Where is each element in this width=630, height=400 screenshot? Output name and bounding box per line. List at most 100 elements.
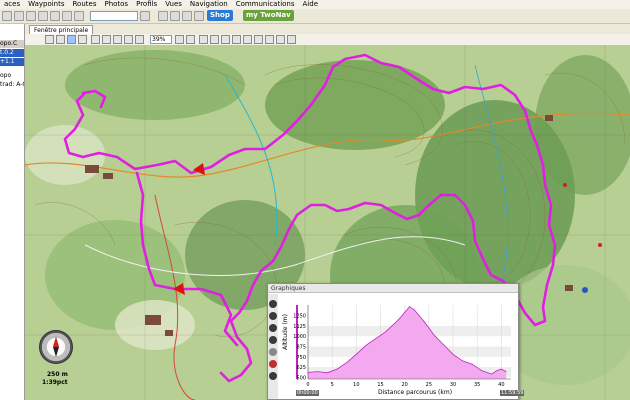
menu-routes[interactable]: Routes bbox=[69, 0, 101, 9]
sidebar-item[interactable]: opo.C bbox=[0, 40, 24, 48]
end-time: 11:59:59 bbox=[500, 390, 525, 396]
data-point bbox=[365, 344, 367, 346]
compass-icon[interactable] bbox=[39, 330, 73, 364]
copy-icon[interactable] bbox=[62, 11, 72, 21]
new-icon[interactable] bbox=[2, 11, 12, 21]
data-point bbox=[452, 353, 454, 355]
scissors-icon[interactable] bbox=[254, 35, 263, 44]
data-point bbox=[404, 312, 406, 313]
paste-icon[interactable] bbox=[74, 11, 84, 21]
print-icon[interactable] bbox=[38, 11, 48, 21]
open-icon[interactable] bbox=[14, 11, 24, 21]
mytwonav-button[interactable]: my TwoNav bbox=[243, 10, 294, 21]
profile-icon[interactable] bbox=[276, 35, 285, 44]
waypoint-icon[interactable] bbox=[221, 35, 230, 44]
cart-icon[interactable] bbox=[182, 11, 192, 21]
cut-icon[interactable] bbox=[50, 11, 60, 21]
data-point bbox=[326, 372, 328, 374]
search-icon[interactable] bbox=[140, 11, 150, 21]
main-toolbar: Shop my TwoNav bbox=[0, 9, 630, 24]
x-tick-label: 25 bbox=[426, 382, 432, 388]
save-icon[interactable] bbox=[26, 11, 36, 21]
measure-icon[interactable] bbox=[232, 35, 241, 44]
elevation-profile-window: Graphiques Altitude (m) 500 625 750 875 1000… bbox=[267, 283, 525, 400]
sidebar-item-selected-2[interactable]: +1.1 bbox=[0, 58, 24, 66]
x-tick-label: 35 bbox=[474, 382, 480, 388]
data-sidebar: opo.C t.0.2 +1.1 opo trad: A-Ch bbox=[0, 24, 25, 400]
x-tick-label: 20 bbox=[401, 382, 407, 388]
data-point bbox=[505, 371, 507, 372]
data-point bbox=[462, 360, 464, 362]
data-point bbox=[496, 370, 497, 372]
search-input[interactable] bbox=[90, 11, 138, 21]
sidebar-item[interactable]: opo bbox=[0, 72, 24, 80]
y-tick-label: 750 bbox=[296, 355, 306, 361]
globe-icon[interactable] bbox=[194, 11, 204, 21]
profile-title: Graphiques bbox=[268, 284, 518, 293]
scale-label: 250 m bbox=[47, 371, 68, 378]
menu-communications[interactable]: Communications bbox=[232, 0, 299, 9]
track-icon[interactable] bbox=[210, 35, 219, 44]
menu-places[interactable]: aces bbox=[0, 0, 24, 9]
data-point bbox=[491, 373, 493, 375]
data-point bbox=[413, 309, 415, 311]
shop-button[interactable]: Shop bbox=[207, 10, 233, 21]
profile-xlabel: Distance parcourus (km) bbox=[378, 389, 453, 396]
join-icon[interactable] bbox=[265, 35, 274, 44]
redo-icon[interactable] bbox=[170, 11, 180, 21]
data-point bbox=[317, 371, 319, 372]
menu-navigation[interactable]: Navigation bbox=[186, 0, 232, 9]
zoom-icon[interactable] bbox=[67, 35, 76, 44]
y-tick-label: 1250 bbox=[293, 314, 306, 320]
route-icon[interactable] bbox=[199, 35, 208, 44]
zoom-in-icon[interactable] bbox=[175, 35, 184, 44]
menu-waypoints[interactable]: Waypoints bbox=[24, 0, 68, 9]
sidebar-item[interactable]: trad: A-Ch bbox=[0, 81, 24, 89]
map-icon[interactable] bbox=[135, 35, 144, 44]
data-point bbox=[375, 338, 377, 340]
forest-patch bbox=[65, 50, 245, 120]
info-icon[interactable] bbox=[124, 35, 133, 44]
data-point bbox=[336, 368, 338, 370]
y-tick-label: 1000 bbox=[293, 334, 306, 340]
edit-icon[interactable] bbox=[243, 35, 252, 44]
start-time: 0h00:00 bbox=[296, 390, 319, 396]
3d-icon[interactable] bbox=[287, 35, 296, 44]
poi-icon bbox=[598, 243, 602, 247]
forest-patch bbox=[265, 60, 445, 150]
menu-profils[interactable]: Profils bbox=[132, 0, 161, 9]
x-tick-label: 15 bbox=[377, 382, 383, 388]
hand-icon[interactable] bbox=[56, 35, 65, 44]
elevation-chart[interactable]: 500 625 750 875 1000 1125 1250 0 5 10 15 20 25 30 35 40 bbox=[268, 293, 518, 393]
scale-ratio: 1:39pct bbox=[42, 379, 68, 386]
data-point bbox=[481, 370, 483, 372]
x-tick-label: 10 bbox=[353, 382, 359, 388]
data-point bbox=[409, 306, 410, 308]
data-point bbox=[423, 321, 425, 322]
menu-photos[interactable]: Photos bbox=[100, 0, 132, 9]
tab-bar: Fenêtre principale bbox=[25, 24, 630, 35]
zoom-out-icon[interactable] bbox=[186, 35, 195, 44]
y-tick-label: 625 bbox=[296, 365, 306, 371]
y-tick-label: 1125 bbox=[293, 324, 306, 330]
menu-vues[interactable]: Vues bbox=[161, 0, 186, 9]
select-icon[interactable] bbox=[45, 35, 54, 44]
undo-icon[interactable] bbox=[158, 11, 168, 21]
zoom-select[interactable]: 39% bbox=[150, 35, 172, 44]
pointer-icon[interactable] bbox=[78, 35, 87, 44]
grid-icon[interactable] bbox=[113, 35, 122, 44]
poi-icon bbox=[582, 287, 588, 293]
data-point bbox=[442, 344, 444, 345]
data-point bbox=[394, 322, 396, 324]
sidebar-item-selected[interactable]: t.0.2 bbox=[0, 49, 24, 57]
x-tick-label: 5 bbox=[331, 382, 334, 388]
data-point bbox=[471, 363, 473, 365]
x-tick-label: 40 bbox=[498, 382, 504, 388]
data-point bbox=[355, 353, 357, 355]
menu-aide[interactable]: Aide bbox=[299, 0, 322, 9]
layers-icon[interactable] bbox=[102, 35, 111, 44]
pan-icon[interactable] bbox=[91, 35, 100, 44]
data-point bbox=[346, 362, 348, 363]
x-tick-label: 0 bbox=[306, 382, 309, 388]
y-tick-label: 875 bbox=[296, 345, 306, 351]
